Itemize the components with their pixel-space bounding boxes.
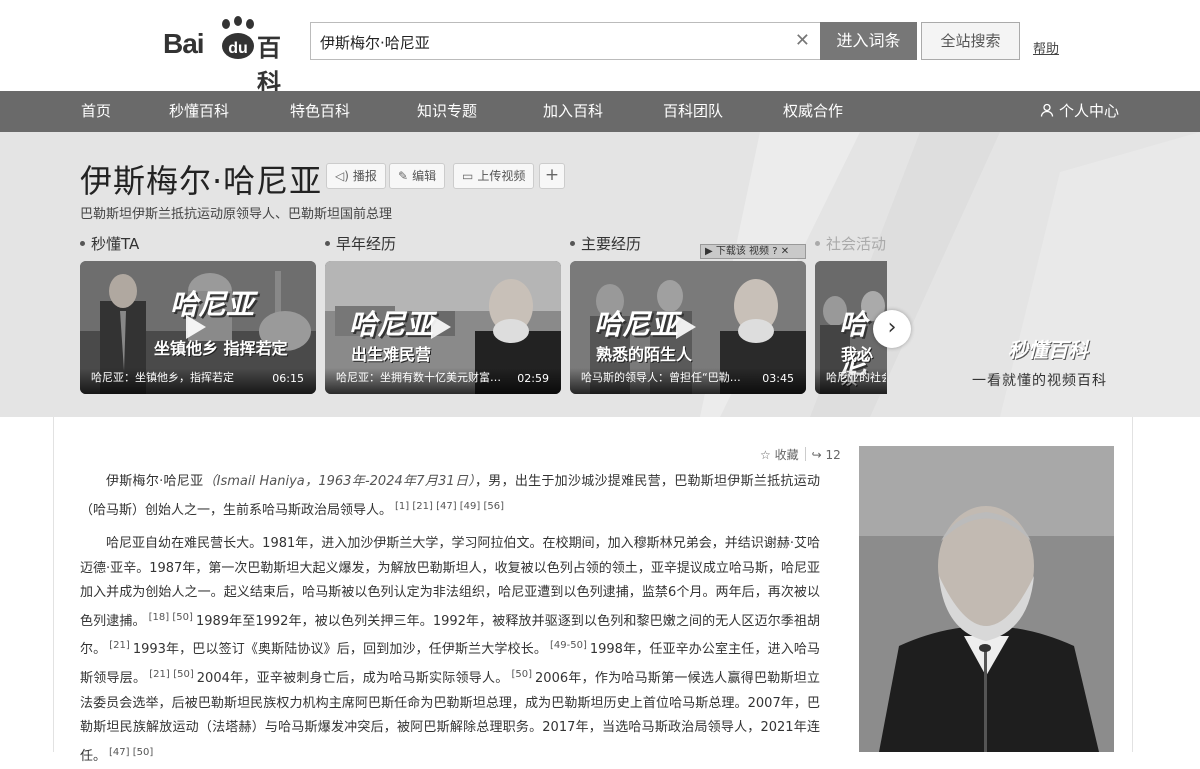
clear-icon[interactable]: ✕ xyxy=(795,31,810,51)
card-overlay-title: 哈尼亚 xyxy=(594,308,679,341)
share-button[interactable]: ↪ 12 xyxy=(812,448,841,462)
edit-button[interactable]: ✎ 编辑 xyxy=(389,163,446,189)
video-camera-icon: ▭ xyxy=(462,169,474,183)
reference-link[interactable]: [18] [50] xyxy=(149,612,193,623)
card-caption: 哈马斯的领导人：曾担任“巴勒… xyxy=(581,371,741,384)
play-icon xyxy=(186,315,206,339)
star-icon: ☆ xyxy=(760,448,771,462)
reference-link[interactable]: [21] xyxy=(109,640,130,651)
personal-center-label: 个人中心 xyxy=(1059,102,1120,120)
person-english-name: （Ismail Haniya，1963年-2024年7月31日） xyxy=(203,474,476,489)
pencil-icon: ✎ xyxy=(398,169,409,183)
tab-main-experience[interactable]: 主要经历 xyxy=(570,233,641,254)
reference-link[interactable]: [50] xyxy=(512,669,533,680)
bullet-icon xyxy=(570,241,575,246)
share-icon: ↪ xyxy=(811,448,822,462)
card-duration: 02:59 xyxy=(517,372,549,385)
video-card[interactable]: 哈尼亚 坐镇他乡 指挥若定 哈尼亚：坐镇他乡，指挥若定 06:15 xyxy=(80,261,316,394)
card-caption: 哈尼亚：坐拥有数十亿美元财富… xyxy=(336,371,501,384)
nav-item-featured[interactable]: 特色百科 xyxy=(290,91,350,132)
help-link[interactable]: 帮助 xyxy=(1033,38,1059,57)
tab-label: 社会活动 xyxy=(826,235,887,253)
broadcast-button[interactable]: ◁) 播报 xyxy=(326,163,386,189)
entry-actions: ☆ 收藏 ↪ 12 xyxy=(760,446,841,463)
broadcast-label: 播报 xyxy=(352,169,377,183)
tab-label: 早年经历 xyxy=(336,235,397,253)
entry-title: 伊斯梅尔·哈尼亚 xyxy=(80,162,323,200)
play-icon xyxy=(431,315,451,339)
card-overlay-subtitle: 熟悉的陌生人 xyxy=(596,345,693,364)
paw-icon: du xyxy=(222,16,254,59)
reference-link[interactable]: [21] [50] xyxy=(149,669,194,680)
baidu-baike-logo[interactable]: Bai du 百科 xyxy=(163,14,303,97)
card-overlay-subtitle: 出生难民营 xyxy=(351,345,432,364)
video-card[interactable]: 哈尼亚 熟悉的陌生人 哈马斯的领导人：曾担任“巴勒… 03:45 xyxy=(570,261,806,394)
reference-link[interactable]: [1] [21] [47] [49] [56] xyxy=(395,501,504,512)
tab-social-activities[interactable]: 社会活动 xyxy=(815,233,886,254)
top-header: Bai du 百科 伊斯梅尔·哈尼亚 ✕ 进入词条 全站搜索 帮助 xyxy=(0,0,1200,97)
add-button[interactable]: + xyxy=(539,163,565,189)
bullet-icon xyxy=(815,241,820,246)
search-query-text: 伊斯梅尔·哈尼亚 xyxy=(320,34,430,52)
nav-item-personal-center[interactable]: 个人中心 xyxy=(1040,91,1119,132)
bullet-icon xyxy=(80,241,85,246)
logo-du-text: du xyxy=(228,40,248,57)
card-duration: 03:45 xyxy=(762,372,794,385)
miaodong-slogan: 一看就懂的视频百科 xyxy=(972,373,1107,389)
site-search-button[interactable]: 全站搜索 xyxy=(921,22,1020,60)
nav-item-join[interactable]: 加入百科 xyxy=(543,91,603,132)
edit-label: 编辑 xyxy=(412,169,437,183)
tab-early-life[interactable]: 早年经历 xyxy=(325,233,396,254)
entry-hero: 伊斯梅尔·哈尼亚 ◁) 播报 ✎ 编辑 ▭ 上传视频 + 巴勒斯坦伊斯兰抵抗运动原领导… xyxy=(0,132,1200,417)
nav-item-home[interactable]: 首页 xyxy=(81,91,111,132)
card-overlay-subtitle: 坐镇他乡 指挥若定 xyxy=(154,339,288,358)
download-ad-label: 下载该 视频 xyxy=(715,246,770,257)
person-name: 伊斯梅尔·哈尼亚 xyxy=(106,474,204,489)
speaker-icon: ◁) xyxy=(335,169,349,183)
favorite-label: 收藏 xyxy=(774,448,799,462)
miaodong-brand: 秒懂百科 xyxy=(1008,338,1088,362)
plus-icon: + xyxy=(544,165,560,185)
bio-text: 2004年，亚辛被刺身亡后，成为哈马斯实际领导人。 xyxy=(196,670,509,686)
nav-item-cooperation[interactable]: 权威合作 xyxy=(783,91,843,132)
bio-text: 1993年，巴以签订《奥斯陆协议》后，回到加沙，任伊斯兰大学校长。 xyxy=(132,642,547,658)
portrait-illustration xyxy=(859,446,1114,752)
enter-entry-button[interactable]: 进入词条 xyxy=(820,22,917,60)
card-overlay-title: 哈尼亚 xyxy=(170,288,255,321)
share-count: 12 xyxy=(825,448,841,462)
summary-paragraph: 伊斯梅尔·哈尼亚（Ismail Haniya，1963年-2024年7月31日）… xyxy=(80,470,820,523)
entry-subtitle: 巴勒斯坦伊斯兰抵抗运动原领导人、巴勒斯坦国前总理 xyxy=(80,207,393,222)
tab-label: 主要经历 xyxy=(581,235,642,253)
logo-bai-text: Bai xyxy=(163,28,205,59)
play-icon xyxy=(676,315,696,339)
nav-item-topics[interactable]: 知识专题 xyxy=(417,91,477,132)
biography-paragraph: 哈尼亚自幼在难民营长大。1981年，进入加沙伊斯兰大学，学习阿拉伯文。在校期间，… xyxy=(80,532,820,769)
card-duration: 06:15 xyxy=(272,372,304,385)
card-caption: 哈尼亚的社会 xyxy=(826,371,886,384)
search-input[interactable]: 伊斯梅尔·哈尼亚 ✕ xyxy=(310,22,820,60)
upload-video-button[interactable]: ▭ 上传视频 xyxy=(453,163,535,189)
divider xyxy=(804,447,806,461)
reference-link[interactable]: [47] [50] xyxy=(109,747,153,758)
nav-item-miaodong[interactable]: 秒懂百科 xyxy=(169,91,229,132)
video-card[interactable]: 哈尼亚 出生难民营 哈尼亚：坐拥有数十亿美元财富… 02:59 xyxy=(325,261,561,394)
user-icon xyxy=(1040,103,1054,117)
favorite-button[interactable]: ☆ 收藏 xyxy=(760,448,799,462)
upload-video-label: 上传视频 xyxy=(477,169,526,183)
card-caption: 哈尼亚：坐镇他乡，指挥若定 xyxy=(91,371,234,384)
card-overlay-title: 哈尼亚 xyxy=(349,308,434,341)
tab-miaodong-ta[interactable]: 秒懂TA xyxy=(80,233,139,254)
nav-item-team[interactable]: 百科团队 xyxy=(663,91,723,132)
download-video-ad[interactable]: ▶ 下载该 视频 ? ✕ xyxy=(700,244,806,259)
main-nav: 首页 秒懂百科 特色百科 知识专题 加入百科 百科团队 权威合作 个人中心 xyxy=(0,91,1200,132)
bullet-icon xyxy=(325,241,330,246)
reference-link[interactable]: [49-50] xyxy=(550,640,587,651)
logo-baike-text: 百科 xyxy=(257,34,281,97)
chevron-right-icon: › xyxy=(887,315,897,340)
tab-label: 秒懂TA xyxy=(91,235,140,253)
carousel-next-button[interactable]: › xyxy=(873,310,911,348)
entry-portrait-image[interactable] xyxy=(859,446,1114,752)
